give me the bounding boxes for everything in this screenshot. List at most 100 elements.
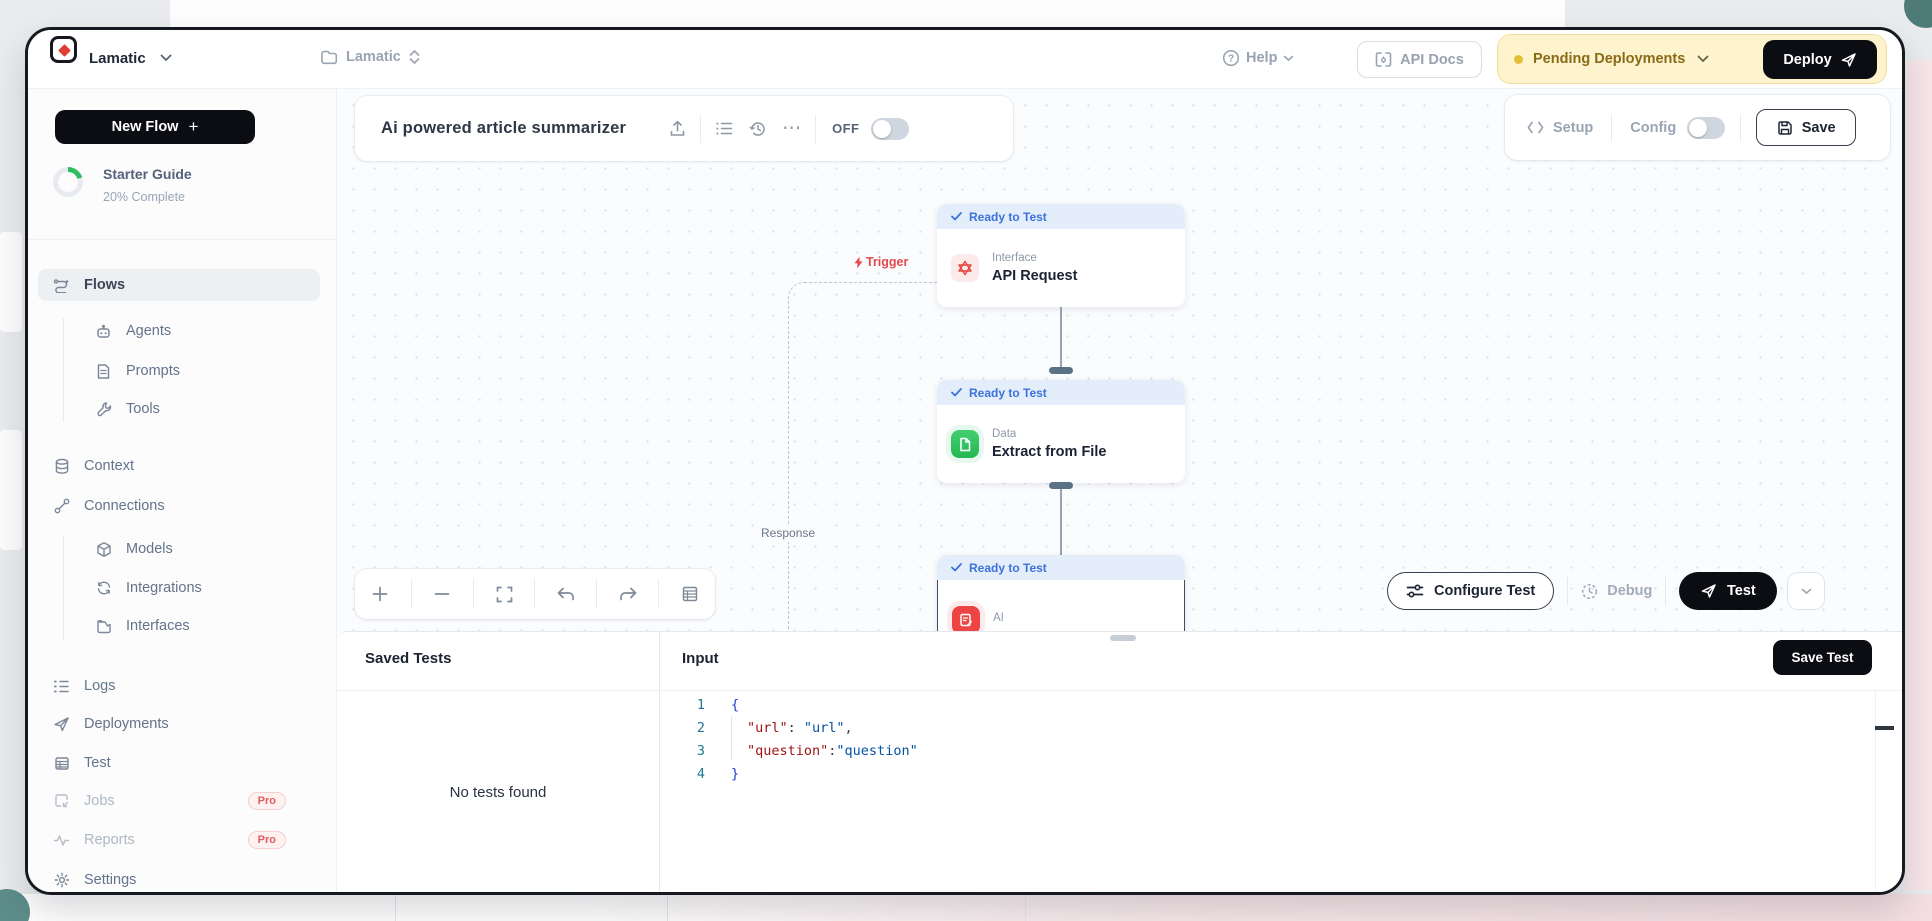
- notes-icon[interactable]: [670, 574, 710, 614]
- flow-header: Ai powered article summarizer ⋯ OFF: [355, 96, 1013, 161]
- config-label: Config: [1630, 120, 1676, 136]
- select-updown-icon: [409, 49, 420, 65]
- sidebar-item-label: Context: [84, 458, 134, 474]
- chevron-down-icon[interactable]: [160, 54, 172, 62]
- sidebar-item-reports[interactable]: Reports Pro: [38, 824, 320, 856]
- background-strip: [170, 0, 1565, 30]
- node-ai[interactable]: Ready to Test AI: [937, 555, 1185, 631]
- lamatic-logo[interactable]: [50, 36, 77, 63]
- sidebar-item-context[interactable]: Context: [38, 450, 320, 482]
- pending-deployments-pill[interactable]: Pending Deployments Deploy: [1497, 34, 1887, 84]
- zoom-out-icon[interactable]: [422, 574, 462, 614]
- api-docs-icon: [1375, 51, 1392, 68]
- sidebar-item-label: Test: [84, 755, 111, 771]
- history-icon[interactable]: [741, 120, 775, 138]
- sidebar-item-prompts[interactable]: Prompts: [38, 355, 320, 387]
- sidebar-item-flows[interactable]: Flows: [38, 269, 320, 301]
- sidebar: New Flow + Starter Guide 20% Complete Fl…: [28, 89, 337, 892]
- api-docs-button[interactable]: API Docs: [1357, 41, 1482, 78]
- edge-handle[interactable]: [1049, 482, 1073, 489]
- sidebar-item-connections[interactable]: Connections: [38, 490, 320, 522]
- test-controls: Configure Test Debug Test: [1387, 572, 1825, 610]
- sidebar-item-interfaces[interactable]: Interfaces: [38, 610, 320, 642]
- database-icon: [53, 458, 70, 475]
- config-toggle[interactable]: [1687, 117, 1725, 139]
- deploy-button[interactable]: Deploy: [1763, 40, 1877, 79]
- sidebar-item-settings[interactable]: Settings: [38, 864, 320, 895]
- app-window: Lamatic Lamatic ? Help: [25, 27, 1905, 895]
- panel-resize-handle[interactable]: [1110, 635, 1136, 641]
- sidebar-item-jobs[interactable]: Jobs Pro: [38, 785, 320, 817]
- chevron-down-icon: [1283, 55, 1294, 62]
- configure-test-button[interactable]: Configure Test: [1387, 572, 1554, 610]
- more-options-icon[interactable]: ⋯: [775, 117, 809, 140]
- agents-icon: [95, 323, 112, 339]
- sidebar-item-agents[interactable]: Agents: [38, 315, 320, 347]
- sidebar-item-label: Prompts: [126, 363, 180, 379]
- starter-guide-title[interactable]: Starter Guide: [103, 166, 192, 182]
- svg-text:?: ?: [1228, 54, 1234, 65]
- background-strip: [0, 894, 1932, 921]
- top-bar: Lamatic Lamatic ? Help: [28, 30, 1902, 89]
- fit-view-icon[interactable]: [484, 574, 524, 614]
- sidebar-item-integrations[interactable]: Integrations: [38, 572, 320, 604]
- breadcrumb[interactable]: Lamatic: [320, 49, 420, 65]
- test-button[interactable]: Test: [1679, 572, 1777, 610]
- reports-icon: [53, 834, 70, 847]
- breadcrumb-project-name: Lamatic: [346, 49, 401, 65]
- redo-icon[interactable]: [608, 574, 648, 614]
- debug-button[interactable]: Debug: [1581, 583, 1652, 600]
- node-title: Extract from File: [992, 444, 1106, 460]
- sidebar-item-tools[interactable]: Tools: [38, 393, 320, 425]
- background-shape: [1906, 60, 1932, 890]
- deployments-icon: [53, 716, 70, 732]
- sidebar-item-logs[interactable]: Logs: [38, 670, 320, 702]
- test-panel: Saved Tests Input Save Test No tests fou…: [337, 631, 1902, 892]
- logs-icon: [53, 679, 70, 694]
- node-status-bar: Ready to Test: [937, 380, 1185, 405]
- line-number: 2: [660, 717, 705, 740]
- starter-guide-progress-ring[interactable]: [53, 167, 83, 197]
- editor-scrollbar[interactable]: [1875, 691, 1876, 893]
- flow-canvas[interactable]: Trigger Response Ready to Test Interface…: [337, 89, 1902, 631]
- sidebar-item-label: Flows: [84, 277, 125, 293]
- interface-icon: [951, 254, 979, 282]
- send-icon: [1841, 52, 1857, 68]
- save-test-button[interactable]: Save Test: [1773, 640, 1872, 675]
- flow-enabled-label: OFF: [832, 121, 859, 136]
- prompts-icon: [95, 363, 112, 380]
- input-code-editor[interactable]: 1{ 2"url": "url", 3"question":"question"…: [660, 691, 1874, 893]
- sidebar-item-test[interactable]: Test: [38, 747, 320, 779]
- flow-title[interactable]: Ai powered article summarizer: [381, 119, 626, 138]
- sidebar-item-label: Models: [126, 541, 173, 557]
- export-icon[interactable]: [660, 120, 694, 138]
- zoom-in-icon[interactable]: [360, 574, 400, 614]
- sidebar-item-deployments[interactable]: Deployments: [38, 708, 320, 740]
- sidebar-item-models[interactable]: Models: [38, 533, 320, 565]
- list-icon[interactable]: [707, 121, 741, 136]
- node-extract-from-file[interactable]: Ready to Test Data Extract from File: [937, 380, 1185, 483]
- test-options-chevron[interactable]: [1787, 572, 1825, 610]
- node-status-bar: Ready to Test: [937, 204, 1185, 229]
- node-category: Interface: [992, 252, 1077, 264]
- setup-button[interactable]: Setup: [1527, 120, 1593, 136]
- indent-guide: [731, 716, 732, 760]
- undo-icon[interactable]: [546, 574, 586, 614]
- saved-tests-title: Saved Tests: [365, 650, 451, 667]
- setup-label: Setup: [1553, 120, 1593, 136]
- chevron-down-icon[interactable]: [1697, 55, 1709, 63]
- check-icon: [951, 563, 962, 572]
- trigger-label: Trigger: [853, 255, 908, 269]
- flow-enabled-toggle[interactable]: [871, 118, 909, 140]
- tools-icon: [95, 401, 112, 417]
- screen: Lamatic Lamatic ? Help: [0, 0, 1932, 921]
- new-flow-button[interactable]: New Flow +: [55, 110, 255, 144]
- node-api-request[interactable]: Ready to Test Interface API Request: [937, 204, 1185, 307]
- edge-handle[interactable]: [1049, 367, 1073, 374]
- node-category: Data: [992, 428, 1106, 440]
- test-label: Test: [1727, 583, 1756, 599]
- workspace-name[interactable]: Lamatic: [89, 50, 146, 67]
- help-menu[interactable]: ? Help: [1222, 49, 1294, 67]
- line-number: 4: [660, 763, 705, 786]
- save-button[interactable]: Save: [1756, 109, 1856, 146]
